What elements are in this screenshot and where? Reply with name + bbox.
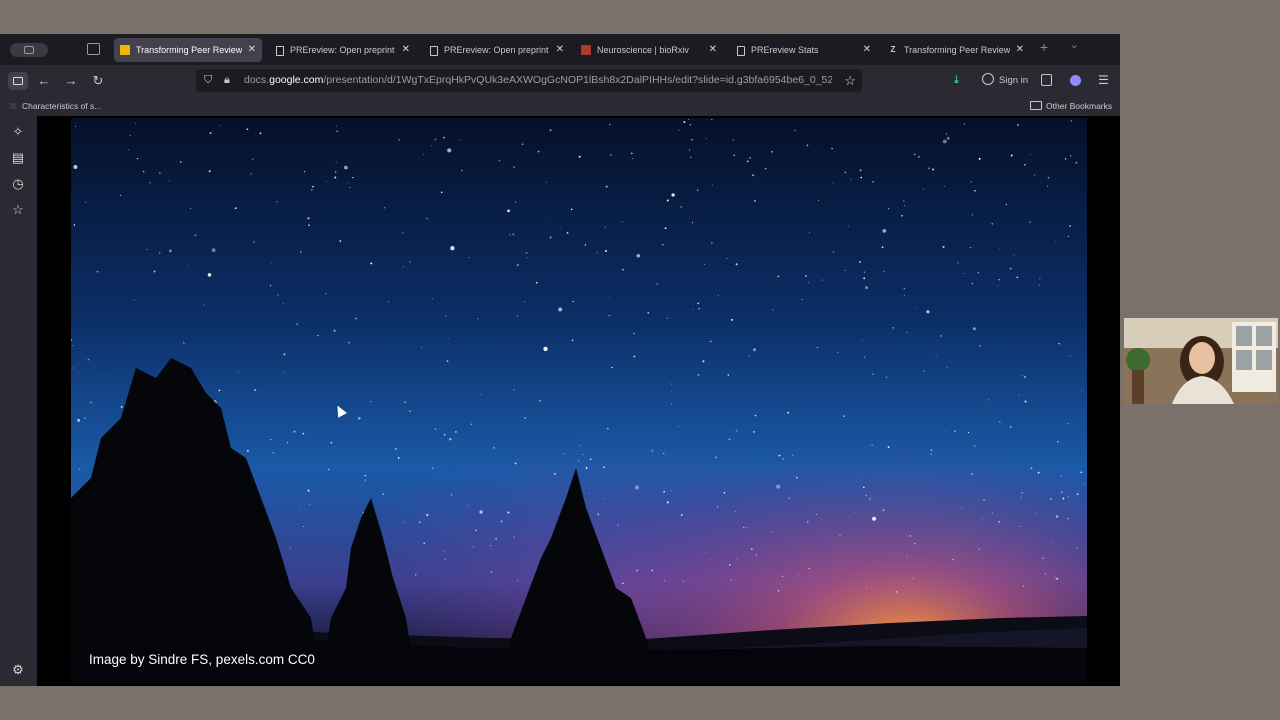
close-icon[interactable]: ✕ <box>863 38 871 62</box>
bookmarks-icon[interactable]: ☆ <box>10 202 26 218</box>
close-icon[interactable]: ✕ <box>709 38 717 62</box>
night-sky-photo: Image by Sindre FS, pexels.com CC0 <box>71 118 1087 684</box>
shield-icon[interactable]: ⛉ <box>204 69 212 92</box>
navigation-toolbar: ← → ↻ ⛉ 🔒︎ docs.google.com/presentation/… <box>0 65 1120 96</box>
tab-prereview-1[interactable]: PREreview: Open preprint re ✕ <box>268 38 416 62</box>
reload-icon[interactable]: ↻ <box>88 65 108 96</box>
page-content: Image by Sindre FS, pexels.com CC0 <box>37 116 1120 686</box>
other-bookmarks-label: Other Bookmarks <box>1046 101 1113 111</box>
close-icon[interactable]: ✕ <box>402 38 410 62</box>
close-icon[interactable]: ✕ <box>1016 38 1024 62</box>
history-icon[interactable]: ◷ <box>10 176 26 192</box>
close-icon[interactable]: ✕ <box>556 38 564 62</box>
bookmark-label: Characteristics of s... <box>22 101 102 111</box>
tab-transforming-peer-review[interactable]: Transforming Peer Review w ✕ <box>114 38 262 62</box>
bookmarks-toolbar: Characteristics of s... Other Bookmarks <box>0 96 1120 116</box>
ai-chatbot-icon[interactable]: ✧ <box>10 124 26 140</box>
tab-title: PREreview: Open preprint re <box>290 45 396 55</box>
page-icon <box>737 46 745 56</box>
presentation-slide: Image by Sindre FS, pexels.com CC0 <box>71 118 1087 684</box>
url-domain: google.com <box>269 74 324 86</box>
tab-title: Neuroscience | bioRxiv <box>597 45 689 55</box>
gear-icon[interactable]: ⚙ <box>10 662 26 678</box>
profile-icon[interactable] <box>1070 75 1081 86</box>
account-icon <box>982 73 994 85</box>
speaker-video-feed <box>1124 318 1278 404</box>
extensions-icon[interactable] <box>1041 74 1052 86</box>
tab-bar: Transforming Peer Review w ✕ PREreview: … <box>0 34 1120 65</box>
webcam-video <box>1124 318 1278 404</box>
sidebar-toggle-icon[interactable] <box>10 43 48 57</box>
tab-transforming-peer-review-2[interactable]: Z Transforming Peer Review w ✕ <box>882 38 1030 62</box>
back-icon[interactable]: ← <box>34 65 54 96</box>
synced-tabs-icon[interactable]: ▤ <box>10 150 26 166</box>
download-icon[interactable]: ⤓ <box>954 65 959 96</box>
chevron-down-icon[interactable]: ⌄ <box>1070 40 1078 51</box>
tab-biorxiv[interactable]: Neuroscience | bioRxiv ✕ <box>575 38 723 62</box>
sidebar-icon[interactable] <box>8 72 28 90</box>
tab-title: PREreview: Open preprint re <box>444 45 550 55</box>
close-icon[interactable]: ✕ <box>248 38 256 62</box>
page-icon <box>276 46 284 56</box>
new-tab-icon[interactable]: + <box>1040 39 1048 55</box>
tab-title: Transforming Peer Review w <box>136 45 242 55</box>
url-prefix: docs. <box>244 74 270 86</box>
tab-overview-icon[interactable] <box>87 43 100 55</box>
lock-icon[interactable]: 🔒︎ <box>224 69 230 92</box>
tab-title: Transforming Peer Review w <box>904 45 1010 55</box>
biorxiv-icon <box>581 45 591 55</box>
url-text[interactable]: docs.google.com/presentation/d/1WgTxEprq… <box>244 69 832 92</box>
tab-title: PREreview Stats <box>751 45 819 55</box>
menu-icon[interactable]: ☰ <box>1098 65 1109 96</box>
page-icon <box>430 46 438 56</box>
folder-icon <box>1030 101 1042 110</box>
tab-prereview-2[interactable]: PREreview: Open preprint re ✕ <box>422 38 570 62</box>
sign-in-button[interactable]: Sign in <box>982 65 1028 96</box>
slide-caption: Image by Sindre FS, pexels.com CC0 <box>89 652 315 667</box>
forward-icon[interactable]: → <box>61 65 81 96</box>
bookmark-item[interactable]: Characteristics of s... <box>10 96 101 116</box>
other-bookmarks[interactable]: Other Bookmarks <box>1030 96 1112 116</box>
sign-in-label: Sign in <box>999 75 1029 86</box>
zenodo-icon: Z <box>890 45 896 54</box>
browser-window: Transforming Peer Review w ✕ PREreview: … <box>0 34 1120 686</box>
bookmark-star-icon[interactable]: ☆ <box>844 69 856 92</box>
sidebar-rail: ✧ ▤ ◷ ☆ ⚙ <box>0 116 37 686</box>
tab-prereview-stats[interactable]: PREreview Stats ✕ <box>729 38 877 62</box>
slides-icon <box>120 45 130 55</box>
url-bar[interactable]: ⛉ 🔒︎ docs.google.com/presentation/d/1WgT… <box>196 69 862 92</box>
url-path: /presentation/d/1WgTxEprqHkPvQUk3eAXWOgG… <box>323 74 832 86</box>
